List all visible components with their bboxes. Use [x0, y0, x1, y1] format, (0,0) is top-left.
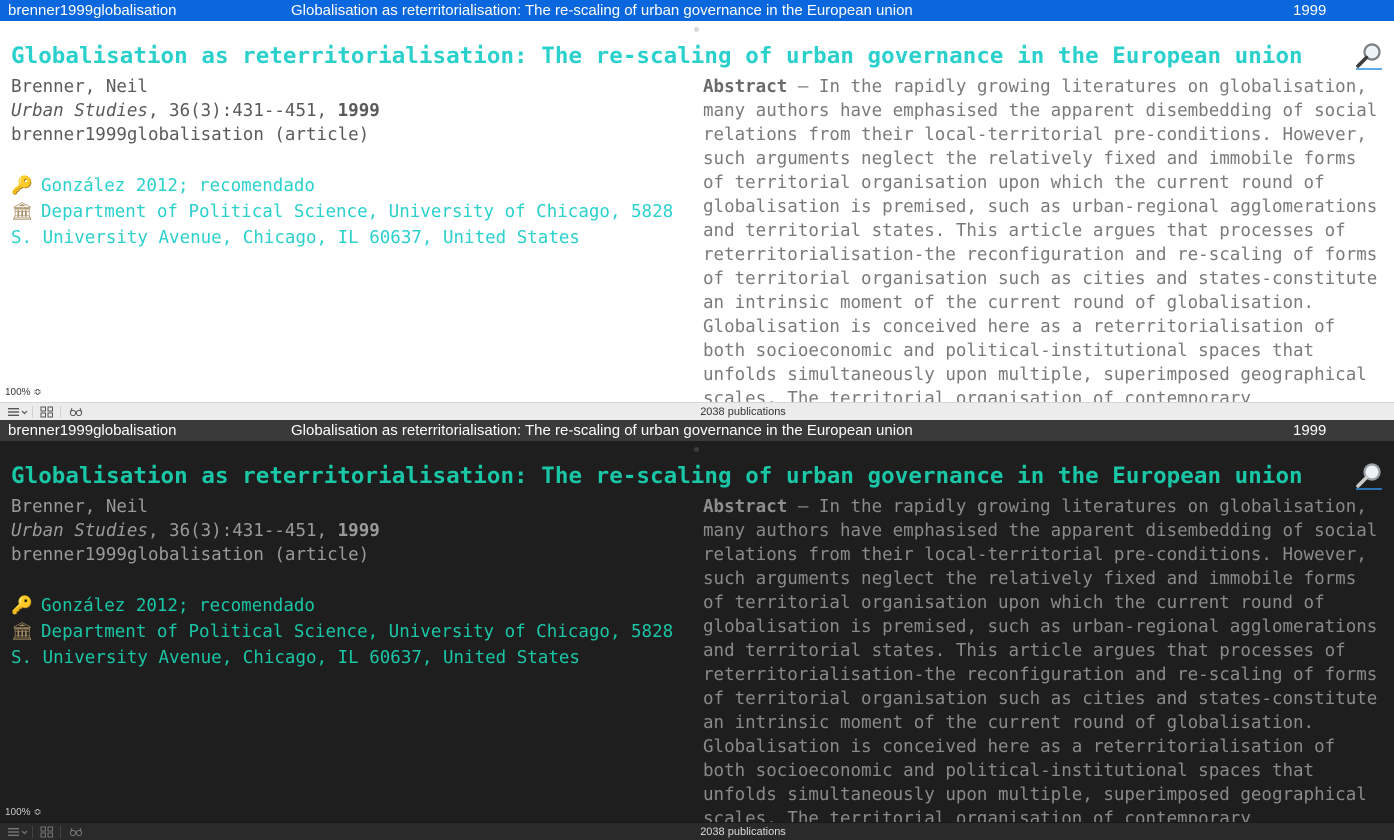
split-view-handle[interactable]: [694, 27, 699, 32]
abstract-label: Abstract: [703, 77, 788, 97]
journal-year: 1999: [337, 521, 380, 541]
journal-line: Urban Studies, 36(3):431--451, 1999: [11, 99, 681, 123]
publication-count: 2038 publications: [700, 826, 786, 838]
institution-icon: 🏛: [11, 202, 34, 222]
abstract-label: Abstract: [703, 497, 788, 517]
status-bar: 2038 publications: [0, 822, 1394, 840]
metadata-column: Brenner, Neil Urban Studies, 36(3):431--…: [11, 75, 681, 251]
magnifier-icon[interactable]: [1355, 462, 1383, 490]
zoom-popup[interactable]: 100% ≎: [5, 807, 42, 819]
cite-key-cell: brenner1999globalisation: [8, 422, 177, 439]
author-line: Brenner, Neil: [11, 77, 148, 97]
abstract-text: — In the rapidly growing literatures on …: [703, 77, 1378, 409]
abstract-column: Abstract — In the rapidly growing litera…: [703, 75, 1383, 411]
journal-name: Urban Studies: [11, 101, 148, 121]
title-cell: Globalisation as reterritorialisation: T…: [291, 422, 913, 439]
type-line: brenner1999globalisation (article): [11, 545, 370, 565]
key-icon: 🔑: [11, 176, 33, 196]
journal-name: Urban Studies: [11, 521, 148, 541]
affiliation-text: Department of Political Science, Univers…: [11, 622, 674, 668]
publication-detail: Globalisation as reterritorialisation: T…: [0, 33, 1394, 409]
affiliation-line[interactable]: 🏛 Department of Political Science, Univer…: [11, 199, 681, 251]
title-cell: Globalisation as reterritorialisation: T…: [291, 2, 913, 19]
cite-key-cell: brenner1999globalisation: [8, 2, 177, 19]
keywords-text: González 2012; recomendado: [41, 176, 315, 196]
publication-row-selected[interactable]: brenner1999globalisation Globalisation a…: [0, 0, 1394, 21]
author-line: Brenner, Neil: [11, 497, 148, 517]
volume-pages: , 36(3):431--451,: [147, 521, 338, 541]
affiliation-line[interactable]: 🏛 Department of Political Science, Univer…: [11, 619, 681, 671]
volume-pages: , 36(3):431--451,: [147, 101, 338, 121]
abstract-text: — In the rapidly growing literatures on …: [703, 497, 1378, 829]
publication-row-selected[interactable]: brenner1999globalisation Globalisation a…: [0, 420, 1394, 441]
metadata-column: Brenner, Neil Urban Studies, 36(3):431--…: [11, 495, 681, 671]
key-icon: 🔑: [11, 596, 33, 616]
keywords-line[interactable]: 🔑 González 2012; recomendado: [11, 173, 681, 199]
journal-year: 1999: [337, 101, 380, 121]
light-theme-pane: brenner1999globalisation Globalisation a…: [0, 0, 1394, 420]
affiliation-text: Department of Political Science, Univers…: [11, 202, 674, 248]
publication-title: Globalisation as reterritorialisation: T…: [11, 463, 1303, 489]
year-cell: 1999: [1293, 2, 1327, 19]
journal-line: Urban Studies, 36(3):431--451, 1999: [11, 519, 681, 543]
publication-title: Globalisation as reterritorialisation: T…: [11, 43, 1303, 69]
year-cell: 1999: [1293, 422, 1327, 439]
keywords-line[interactable]: 🔑 González 2012; recomendado: [11, 593, 681, 619]
abstract-column: Abstract — In the rapidly growing litera…: [703, 495, 1383, 831]
keywords-text: González 2012; recomendado: [41, 596, 315, 616]
split-view-handle[interactable]: [694, 447, 699, 452]
publication-detail: Globalisation as reterritorialisation: T…: [0, 453, 1394, 829]
status-bar: 2038 publications: [0, 402, 1394, 420]
publication-count: 2038 publications: [700, 406, 786, 418]
zoom-popup[interactable]: 100% ≎: [5, 387, 42, 399]
institution-icon: 🏛: [11, 622, 34, 642]
dark-theme-pane: brenner1999globalisation Globalisation a…: [0, 420, 1394, 840]
type-line: brenner1999globalisation (article): [11, 125, 370, 145]
magnifier-icon[interactable]: [1355, 42, 1383, 70]
